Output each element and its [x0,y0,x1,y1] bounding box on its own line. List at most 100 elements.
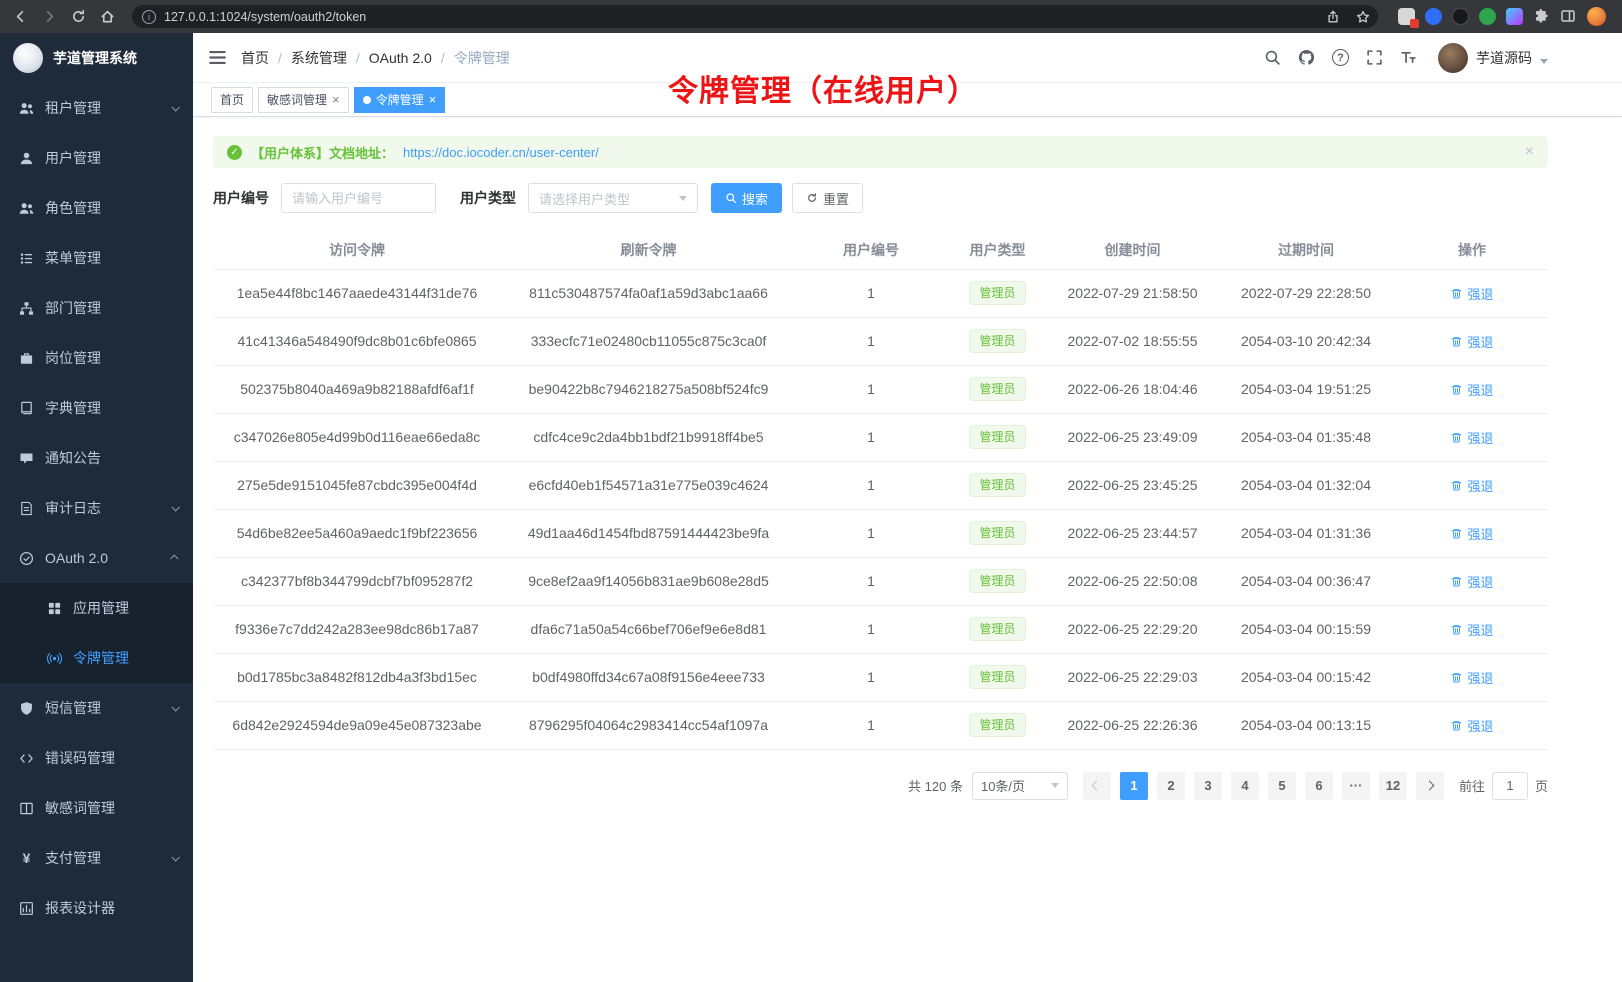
alert-close-icon[interactable]: × [1525,143,1534,161]
force-logout-button[interactable]: 强退 [1450,572,1493,591]
page-button[interactable]: 4 [1231,772,1259,800]
force-logout-button[interactable]: 强退 [1450,620,1493,639]
table-row: 6d842e2924594de9a09e45e087323abe 8796295… [213,701,1548,749]
cell-access-token: 275e5de9151045fe87cbdc395e004f4d [213,461,501,509]
cell-expire-time: 2054-03-04 00:36:47 [1216,557,1396,605]
address-bar[interactable]: i 127.0.0.1:1024/system/oauth2/token [132,5,1378,28]
success-check-icon: ✓ [227,145,242,160]
force-logout-button[interactable]: 强退 [1450,524,1493,543]
reload-icon[interactable] [66,4,91,29]
extension-icon[interactable] [1452,8,1469,25]
page-button[interactable]: 6 [1305,772,1333,800]
sidebar-item-sensitive-words[interactable]: 敏感词管理 [0,783,193,833]
extension-icon[interactable] [1506,8,1523,25]
sidebar-item-label: 用户管理 [45,148,178,168]
sidebar-item-dept[interactable]: 部门管理 [0,283,193,333]
breadcrumb-oauth[interactable]: OAuth 2.0 [369,50,432,66]
help-icon[interactable]: ? [1332,49,1349,66]
browser-profile-avatar[interactable] [1587,7,1606,26]
extension-icon[interactable] [1425,8,1442,25]
github-icon[interactable] [1298,49,1315,66]
sidebar-item-dict[interactable]: 字典管理 [0,383,193,433]
broadcast-icon [47,651,62,666]
search-button[interactable]: 搜索 [711,183,782,213]
home-icon[interactable] [95,4,120,29]
page-button[interactable]: 1 [1120,772,1148,800]
font-size-icon[interactable] [1400,49,1417,66]
prev-page-button[interactable] [1083,772,1111,800]
cell-expire-time: 2054-03-04 00:15:59 [1216,605,1396,653]
extension-icon[interactable] [1398,8,1415,25]
forward-icon[interactable] [37,4,62,29]
cell-access-token: c342377bf8b344799dcbf7bf095287f2 [213,557,501,605]
sidebar-item-app-management[interactable]: 应用管理 [0,583,193,633]
doc-link[interactable]: https://doc.iocoder.cn/user-center/ [403,145,599,160]
top-navbar: 首页 / 系统管理 / OAuth 2.0 / 令牌管理 ? 芋道源码 [193,33,1622,83]
page-button[interactable]: 5 [1268,772,1296,800]
reset-button[interactable]: 重置 [792,183,863,213]
sidebar-item-label: 短信管理 [45,698,172,718]
fullscreen-icon[interactable] [1366,49,1383,66]
tab-token-management[interactable]: 令牌管理 × [354,87,446,113]
user-id-input[interactable] [281,183,436,213]
cell-user-id: 1 [796,509,946,557]
back-icon[interactable] [8,4,33,29]
close-icon[interactable]: × [332,93,340,106]
sidebar-item-role[interactable]: 角色管理 [0,183,193,233]
tab-sensitive-words[interactable]: 敏感词管理 × [258,87,349,113]
sidebar-item-audit-log[interactable]: 审计日志 [0,483,193,533]
force-logout-button[interactable]: 强退 [1450,668,1493,687]
page-button[interactable]: 12 [1379,772,1407,800]
cell-access-token: b0d1785bc3a8482f812db4a3f3bd15ec [213,653,501,701]
page-size-select[interactable]: 10条/页 [972,772,1068,800]
user-menu[interactable]: 芋道源码 [1438,43,1548,73]
page-button[interactable]: 2 [1157,772,1185,800]
sidebar-item-notice[interactable]: 通知公告 [0,433,193,483]
oauth-icon [19,551,34,566]
force-logout-label: 强退 [1467,428,1493,447]
sidebar-item-report-designer[interactable]: 报表设计器 [0,883,193,933]
sidebar-collapse-icon[interactable] [208,48,227,67]
site-info-icon[interactable]: i [142,10,156,24]
force-logout-button[interactable]: 强退 [1450,284,1493,303]
extension-icon[interactable] [1479,8,1496,25]
sidebar-item-tenant[interactable]: 租户管理 [0,83,193,133]
force-logout-button[interactable]: 强退 [1450,476,1493,495]
more-pages-button[interactable]: ··· [1342,772,1370,800]
sidebar-item-oauth[interactable]: OAuth 2.0 [0,533,193,583]
breadcrumb-system[interactable]: 系统管理 [291,48,347,68]
next-page-button[interactable] [1416,772,1444,800]
user-type-tag: 管理员 [969,617,1025,641]
side-panel-icon[interactable] [1560,8,1577,25]
app-logo[interactable]: 芋道管理系统 [0,33,193,83]
user-type-label: 用户类型 [460,188,516,208]
sidebar-item-sms[interactable]: 短信管理 [0,683,193,733]
force-logout-button[interactable]: 强退 [1450,332,1493,351]
force-logout-button[interactable]: 强退 [1450,716,1493,735]
search-icon[interactable] [1264,49,1281,66]
user-type-select[interactable]: 请选择用户类型 [528,183,698,213]
app-title: 芋道管理系统 [53,48,137,68]
sidebar-item-post[interactable]: 岗位管理 [0,333,193,383]
sidebar-item-error-code[interactable]: 错误码管理 [0,733,193,783]
sidebar-item-menu[interactable]: 菜单管理 [0,233,193,283]
page-button[interactable]: 3 [1194,772,1222,800]
breadcrumb-home[interactable]: 首页 [241,48,269,68]
sidebar-item-payment[interactable]: ¥ 支付管理 [0,833,193,883]
force-logout-button[interactable]: 强退 [1450,428,1493,447]
extensions-puzzle-icon[interactable] [1533,8,1550,25]
bookmark-star-icon[interactable] [1352,6,1374,28]
tab-home[interactable]: 首页 [211,87,253,113]
close-icon[interactable]: × [429,93,437,106]
sidebar-item-token-management[interactable]: 令牌管理 [0,633,193,683]
role-icon [19,201,34,216]
force-logout-button[interactable]: 强退 [1450,380,1493,399]
cell-access-token: 502375b8040a469a9b82188afdf6af1f [213,365,501,413]
force-logout-label: 强退 [1467,332,1493,351]
cell-access-token: 6d842e2924594de9a09e45e087323abe [213,701,501,749]
user-type-tag: 管理员 [969,425,1025,449]
sidebar-item-user[interactable]: 用户管理 [0,133,193,183]
share-icon[interactable] [1322,6,1344,28]
sidebar-item-label: 角色管理 [45,198,178,218]
goto-page-input[interactable] [1492,772,1528,800]
